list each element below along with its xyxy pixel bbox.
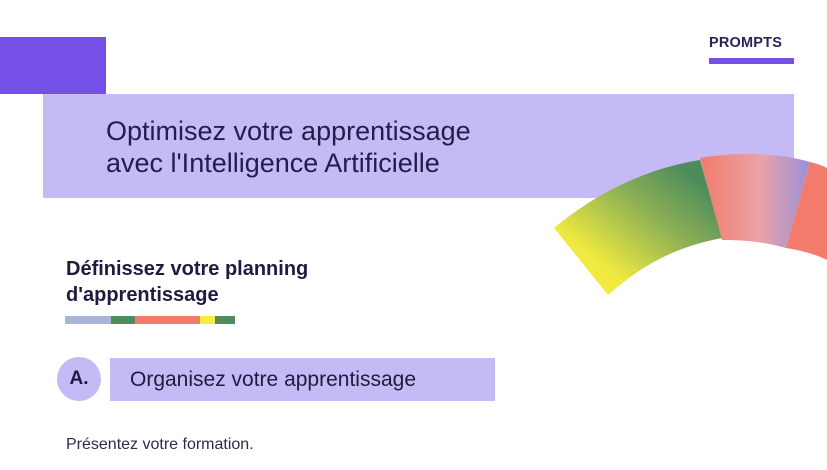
section-title: Définissez votre planning d'apprentissag… <box>66 256 426 308</box>
prompts-tag-underline <box>709 58 794 64</box>
body-text: Présentez votre formation. <box>66 436 254 453</box>
section-title-line-1: Définissez votre planning <box>66 258 309 280</box>
step-label: Organisez votre apprentissage <box>130 367 416 391</box>
page-title-line-1: Optimisez votre apprentissage <box>106 116 471 146</box>
color-bar-segment <box>200 316 215 324</box>
page-title-line-2: avec l'Intelligence Artificielle <box>106 148 440 178</box>
color-bar-segment <box>215 316 235 324</box>
color-bar-segment <box>65 316 111 324</box>
corner-accent-block <box>0 37 106 94</box>
section-title-line-2: d'apprentissage <box>66 284 219 306</box>
color-divider-bar <box>65 316 235 324</box>
arc-segment-green <box>554 160 722 295</box>
step-label-box: Organisez votre apprentissage <box>110 358 495 401</box>
prompts-tag[interactable]: PROMPTS <box>709 35 794 51</box>
page-title: Optimisez votre apprentissage avec l'Int… <box>106 115 626 179</box>
color-bar-segment <box>135 316 200 324</box>
color-bar-segment <box>111 316 135 324</box>
step-badge: A. <box>57 357 101 401</box>
